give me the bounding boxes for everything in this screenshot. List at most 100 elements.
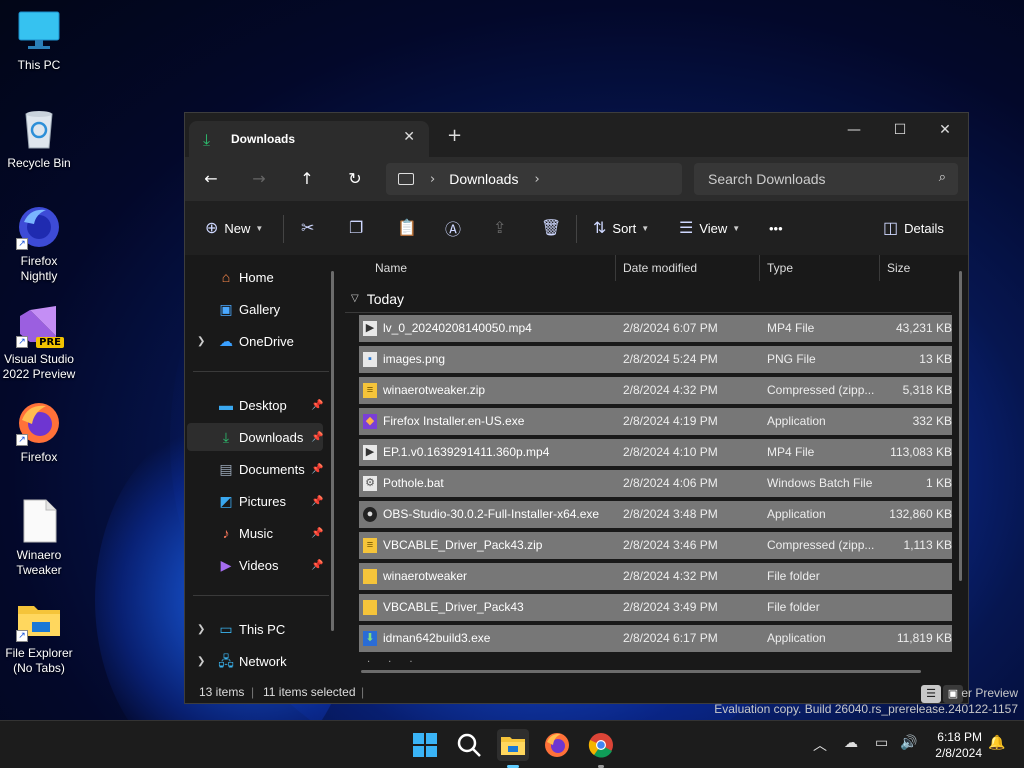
notification-bell-icon[interactable]: 🔔: [988, 735, 1005, 751]
tab-downloads[interactable]: ⤓ Downloads ✕: [189, 121, 429, 157]
nav-item-documents[interactable]: ▤ Documents 📌: [187, 455, 323, 483]
gallery-icon: ▣: [219, 301, 233, 317]
list-item[interactable]: ≡ winaerotweaker.zip 2/8/2024 4:32 PM Co…: [359, 377, 952, 404]
chevron-right-icon[interactable]: ›: [534, 172, 539, 187]
monitor-icon: ▭: [219, 621, 233, 637]
expand-chevron-icon[interactable]: ❯: [197, 656, 205, 667]
download-icon: ⤓: [222, 429, 230, 445]
nav-item-pictures[interactable]: ◩ Pictures 📌: [187, 487, 323, 515]
list-scrollbar[interactable]: [959, 271, 962, 581]
nav-item-network[interactable]: ❯ 🖧 Network: [187, 647, 323, 675]
share-button[interactable]: ⇪: [493, 217, 512, 239]
nav-label: Home: [239, 269, 274, 285]
nav-item-music[interactable]: ♪ Music 📌: [187, 519, 324, 547]
volume-icon[interactable]: 🔊: [900, 735, 917, 751]
details-pane-button[interactable]: ◫ Details: [883, 217, 944, 239]
tiles-view-icon[interactable]: ▣: [943, 685, 963, 703]
breadcrumb-current[interactable]: Downloads: [449, 171, 518, 187]
column-divider[interactable]: [759, 255, 760, 281]
sort-button[interactable]: ⇅ Sort ▼: [593, 217, 649, 239]
list-item[interactable]: ▪ images.png 2/8/2024 5:24 PM PNG File 1…: [359, 346, 952, 373]
desktop-icon-winaero-tweaker[interactable]: Winaero Tweaker: [2, 498, 76, 578]
zip-file-icon: ≡: [363, 538, 377, 553]
column-divider[interactable]: [879, 255, 880, 281]
list-item[interactable]: ⬇ idman642build3.exe 2/8/2024 6:17 PM Ap…: [359, 625, 952, 652]
pin-icon[interactable]: 📌: [311, 464, 323, 475]
nav-item-desktop[interactable]: ▬ Desktop 📌: [187, 391, 323, 419]
nav-scrollbar[interactable]: [331, 271, 334, 631]
column-header-type[interactable]: Type: [767, 255, 793, 281]
up-button[interactable]: ↑: [295, 167, 319, 191]
cut-button[interactable]: ✂: [301, 217, 320, 239]
music-icon: ♪: [222, 525, 230, 541]
desktop-icon-visual-studio[interactable]: PRE ↗ Visual Studio 2022 Preview: [2, 302, 76, 382]
pin-icon[interactable]: 📌: [311, 496, 323, 507]
network-icon[interactable]: ▭: [875, 735, 888, 751]
list-item[interactable]: ◆ Firefox Installer.en-US.exe 2/8/2024 4…: [359, 408, 952, 435]
column-divider[interactable]: [615, 255, 616, 281]
nav-item-home[interactable]: ⌂ Home: [187, 263, 323, 291]
list-item[interactable]: ≡ VBCABLE_Driver_Pack43.zip 2/8/2024 3:4…: [359, 532, 952, 559]
search-input[interactable]: Search Downloads ⌕: [694, 163, 958, 195]
maximize-button[interactable]: ☐: [877, 117, 923, 147]
more-options-button[interactable]: •••: [769, 217, 783, 239]
show-hidden-icons-icon[interactable]: ︿: [813, 735, 827, 755]
firefox-taskbar-icon[interactable]: [541, 729, 573, 761]
column-header-size[interactable]: Size: [887, 255, 910, 281]
list-item[interactable]: ▶ lv_0_20240208140050.mp4 2/8/2024 6:07 …: [359, 315, 952, 342]
column-header-name[interactable]: Name: [375, 255, 407, 281]
forward-button[interactable]: →: [247, 167, 271, 191]
list-item[interactable]: ● OBS-Studio-30.0.2-Full-Installer-x64.e…: [359, 501, 952, 528]
clock[interactable]: 6:18 PM 2/8/2024: [935, 729, 982, 761]
details-view-icon[interactable]: ☰: [921, 685, 941, 703]
delete-button[interactable]: 🗑: [541, 217, 567, 239]
expand-chevron-icon[interactable]: ❯: [197, 624, 205, 635]
expand-chevron-icon[interactable]: ❯: [197, 336, 205, 347]
list-item[interactable]: ▶ EP.1.v0.1639291411.360p.mp4 2/8/2024 4…: [359, 439, 952, 466]
refresh-button[interactable]: ↻: [343, 167, 367, 191]
new-tab-button[interactable]: +: [447, 125, 462, 146]
file-size: 11,819 KB: [896, 631, 952, 645]
nav-item-downloads[interactable]: ⤓ Downloads 📌: [187, 423, 323, 451]
back-button[interactable]: ←: [199, 167, 223, 191]
pin-icon[interactable]: 📌: [311, 400, 323, 411]
desktop-icon-firefox[interactable]: ↗ Firefox: [2, 400, 76, 465]
close-button[interactable]: ✕: [922, 117, 968, 147]
pin-icon[interactable]: 📌: [311, 432, 323, 443]
close-tab-icon[interactable]: ✕: [403, 129, 415, 145]
rename-button[interactable]: Ⓐ: [445, 217, 467, 239]
nav-item-gallery[interactable]: ▣ Gallery: [187, 295, 323, 323]
search-icon[interactable]: [453, 729, 485, 761]
pin-icon[interactable]: 📌: [311, 560, 323, 571]
paste-button[interactable]: 📋: [397, 217, 423, 239]
breadcrumb[interactable]: › Downloads ›: [386, 163, 682, 195]
sort-label: Sort: [612, 220, 637, 236]
view-button[interactable]: ☰ View ▼: [679, 217, 740, 239]
pin-icon[interactable]: 📌: [311, 528, 323, 539]
file-size: 113,083 KB: [890, 445, 952, 459]
file-date: 2/8/2024 4:06 PM: [623, 476, 718, 490]
group-header-today[interactable]: ▽ Today: [345, 285, 951, 313]
copy-button[interactable]: ❐: [349, 217, 369, 239]
desktop-icon-file-explorer[interactable]: ↗ File Explorer (No Tabs): [2, 596, 76, 676]
list-item[interactable]: ▬ VBCABLE_Driver_Pack43 2/8/2024 3:49 PM…: [359, 594, 952, 621]
file-explorer-taskbar-icon[interactable]: [497, 729, 529, 768]
desktop-icon-recycle-bin[interactable]: Recycle Bin: [2, 106, 76, 171]
list-item[interactable]: ⚙ Pothole.bat 2/8/2024 4:06 PM Windows B…: [359, 470, 952, 497]
chevron-right-icon[interactable]: ›: [430, 172, 435, 187]
column-header-date[interactable]: Date modified: [623, 255, 697, 281]
file-size: 332 KB: [912, 414, 952, 428]
desktop-icon-this-pc[interactable]: This PC: [2, 8, 76, 73]
nav-item-onedrive[interactable]: ❯ ☁ OneDrive: [187, 327, 323, 355]
chrome-taskbar-icon[interactable]: [585, 729, 617, 768]
cloud-off-icon[interactable]: ☁: [844, 735, 858, 751]
minimize-button[interactable]: —: [831, 117, 877, 147]
horizontal-scrollbar[interactable]: [361, 670, 921, 673]
nav-item-videos[interactable]: ▶ Videos 📌: [187, 551, 324, 579]
new-button[interactable]: ⊕ New ▼: [205, 217, 263, 239]
desktop-icon-firefox-nightly[interactable]: ↗ Firefox Nightly: [2, 204, 76, 284]
nav-divider: [193, 595, 329, 596]
nav-item-this-pc[interactable]: ❯ ▭ This PC: [187, 615, 323, 643]
list-item[interactable]: ▬ winaerotweaker 2/8/2024 4:32 PM File f…: [359, 563, 952, 590]
start-icon[interactable]: [409, 729, 441, 761]
